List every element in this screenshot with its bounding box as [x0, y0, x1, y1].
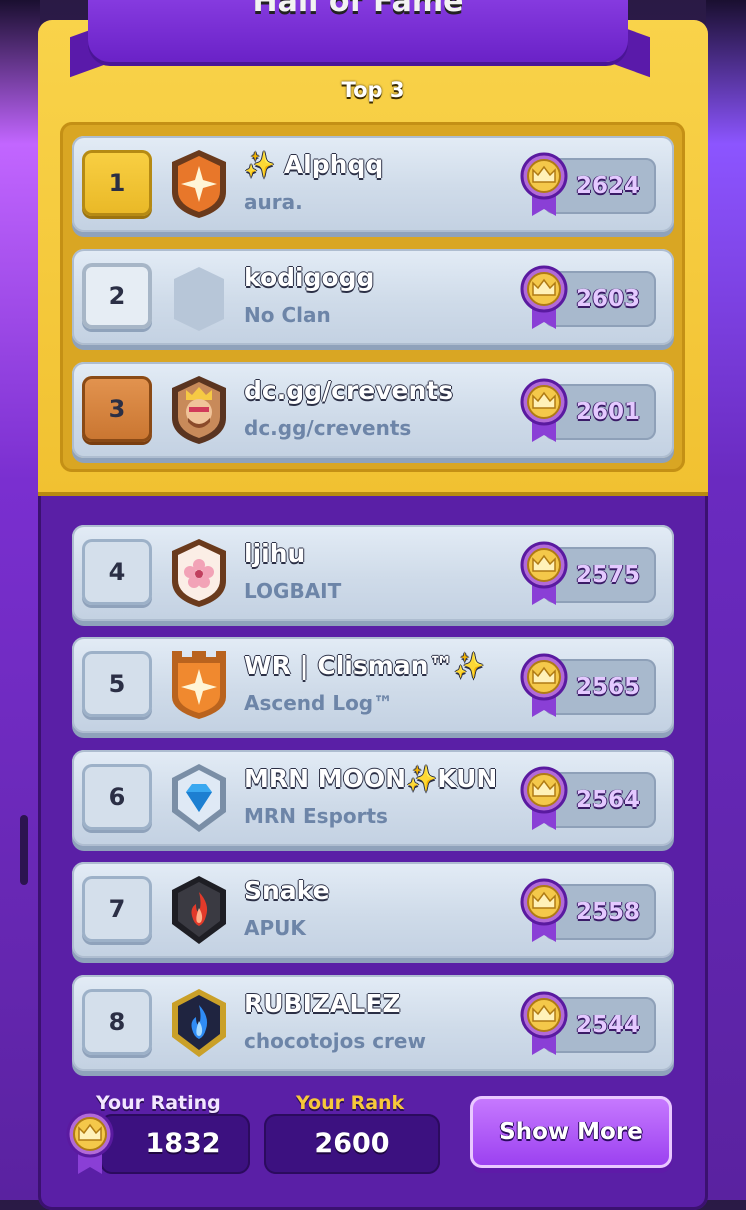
clan-name: chocotojos crew — [244, 1029, 426, 1053]
leaderboard-row[interactable]: 8 RUBIZALEZ chocotojos crew 2544 — [72, 975, 674, 1071]
crown-medal-icon — [520, 541, 568, 605]
rating-value: 2603 — [575, 286, 640, 312]
rating-value: 2624 — [575, 173, 640, 199]
crown-medal-icon — [520, 991, 568, 1055]
orange-star-tower-clan-badge-icon — [172, 651, 226, 719]
player-name: WR | Clisman™✨ — [244, 651, 485, 680]
leaderboard-row[interactable]: 1 ✨ Alphqq aura. 2624 — [72, 136, 674, 232]
red-flame-clan-badge-icon — [172, 876, 226, 944]
leaderboard-row[interactable]: 3 dc.gg/crevents dc.gg/crevents 2601 — [72, 362, 674, 458]
show-more-button[interactable]: Show More — [470, 1096, 672, 1168]
rating-value: 2558 — [575, 899, 640, 925]
your-rank-box: 2600 — [264, 1114, 440, 1174]
leaderboard-row[interactable]: 4 ljihu LOGBAIT 2575 — [72, 525, 674, 621]
crown-medal-icon — [520, 378, 568, 442]
rating-value: 2565 — [575, 674, 640, 700]
crown-medal-icon — [520, 766, 568, 830]
rank-number: 7 — [82, 876, 152, 942]
side-handle — [20, 815, 28, 885]
rank-number: 3 — [82, 376, 152, 442]
top3-label: Top 3 — [341, 78, 405, 102]
clan-name: No Clan — [244, 303, 331, 327]
orange-star-clan-badge-icon — [172, 150, 226, 218]
player-name: Snake — [244, 876, 330, 905]
right-edge-glow — [706, 0, 746, 1200]
clan-name: APUK — [244, 916, 306, 940]
rank-number: 5 — [82, 651, 152, 717]
rating-value: 2601 — [575, 399, 640, 425]
player-name: kodigogg — [244, 263, 375, 292]
clan-name: aura. — [244, 190, 303, 214]
player-name: MRN MOON✨KUN — [244, 764, 498, 793]
rank-number: 6 — [82, 764, 152, 830]
crown-medal-icon — [520, 152, 568, 216]
blue-flame-clan-badge-icon — [172, 989, 226, 1057]
player-name: dc.gg/crevents — [244, 376, 454, 405]
king-clan-badge-icon — [172, 376, 226, 444]
flower-clan-badge-icon — [172, 539, 226, 607]
rating-value: 2564 — [575, 787, 640, 813]
rating-value: 2544 — [575, 1012, 640, 1038]
player-name: ljihu — [244, 539, 306, 568]
your-rating-box: 1832 — [100, 1114, 250, 1174]
clan-name: Ascend Log™ — [244, 691, 394, 715]
your-rating-value: 1832 — [145, 1128, 221, 1159]
rank-number: 2 — [82, 263, 152, 329]
left-edge-glow — [0, 0, 40, 1200]
page-title: Hall of Fame — [252, 0, 464, 19]
crown-medal-icon — [520, 265, 568, 329]
diamond-clan-badge-icon — [172, 764, 226, 832]
your-rank-label: Your Rank — [296, 1092, 405, 1114]
clan-name: dc.gg/crevents — [244, 416, 412, 440]
crown-medal-icon — [66, 1110, 114, 1174]
crown-medal-icon — [520, 878, 568, 942]
player-name: RUBIZALEZ — [244, 989, 401, 1018]
rating-value: 2575 — [575, 562, 640, 588]
crown-medal-icon — [520, 653, 568, 717]
rank-number: 1 — [82, 150, 152, 216]
clan-name: LOGBAIT — [244, 579, 342, 603]
player-name: ✨ Alphqq — [244, 150, 384, 179]
rank-number: 8 — [82, 989, 152, 1055]
leaderboard-row[interactable]: 5 WR | Clisman™✨ Ascend Log™ 2565 — [72, 637, 674, 733]
leaderboard-row[interactable]: 7 Snake APUK 2558 — [72, 862, 674, 958]
empty-clan-badge-icon — [174, 267, 224, 331]
clan-name: MRN Esports — [244, 804, 388, 828]
your-rank-value: 2600 — [314, 1128, 390, 1159]
leaderboard-row[interactable]: 2 kodigogg No Clan 2603 — [72, 249, 674, 345]
rank-number: 4 — [82, 539, 152, 605]
leaderboard-row[interactable]: 6 MRN MOON✨KUN MRN Esports 2564 — [72, 750, 674, 846]
